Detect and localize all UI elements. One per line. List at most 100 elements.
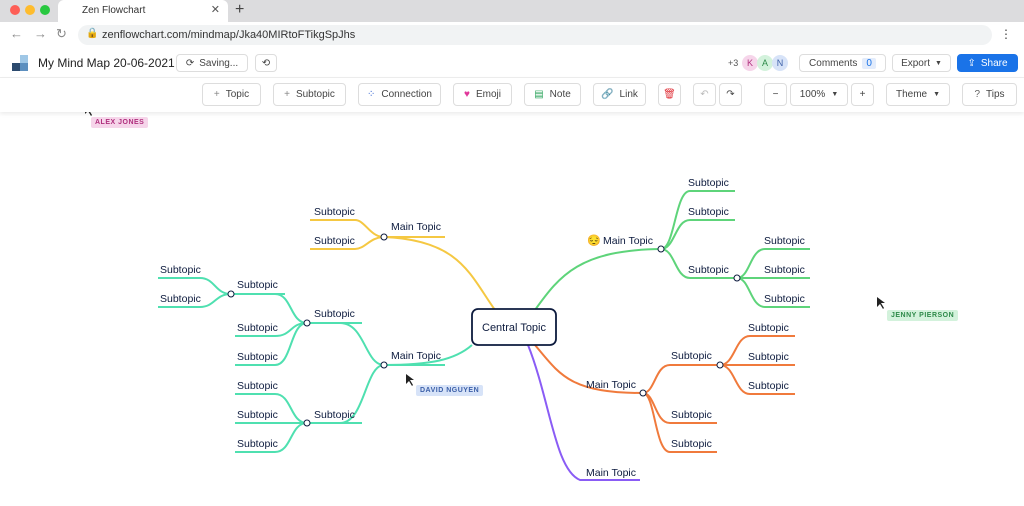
emoji-label: Emoji [475,89,501,100]
tips-label: Tips [986,89,1005,100]
avatar[interactable]: K [742,55,758,71]
junction-node[interactable] [303,419,311,427]
junction-node[interactable] [716,361,724,369]
comments-button[interactable]: Comments 0 [799,54,886,72]
main-topic-label[interactable]: Main Topic [603,235,653,247]
share-label: Share [980,57,1008,69]
note-label: Note [549,89,571,100]
junction-node[interactable] [380,233,388,241]
subtopic-label[interactable]: Subtopic [237,351,278,363]
subtopic-label[interactable]: Subtopic [764,293,805,305]
subtopic-label[interactable]: Subtopic [237,380,278,392]
history-button[interactable]: ⟲ [255,54,277,72]
app-logo-icon[interactable] [12,55,28,71]
subtopic-label[interactable]: Subtopic [764,264,805,276]
connection-button[interactable]: ⁘ Connection [358,83,441,106]
link-button[interactable]: 🔗 Link [593,83,646,106]
back-icon[interactable]: ← [10,26,23,41]
zoom-out-button[interactable]: − [764,83,787,106]
junction-node[interactable] [303,319,311,327]
plus-icon: + [859,89,866,100]
subtopic-label[interactable]: Subtopic [314,409,355,421]
share-button[interactable]: ⇪ Share [957,54,1018,72]
export-label: Export [901,57,930,69]
redo-icon: ↷ [726,89,735,100]
topic-label: Topic [225,89,250,100]
tips-button[interactable]: ? Tips [962,83,1017,106]
main-topic-label[interactable]: Main Topic [586,379,636,391]
tab-close-icon[interactable]: ✕ [211,3,220,16]
subtopic-label[interactable]: Subtopic [764,235,805,247]
maximize-window-icon[interactable] [40,5,50,15]
subtopic-label[interactable]: Subtopic [314,206,355,218]
redo-button[interactable]: ↷ [719,83,742,106]
note-button[interactable]: ▤ Note [524,83,581,106]
comments-count-badge: 0 [862,57,876,69]
zoom-select[interactable]: 100% ▼ [790,83,848,106]
url-bar[interactable]: 🔒 zenflowchart.com/mindmap/Jka40MIRtoFTi… [78,25,992,45]
subtopic-label[interactable]: Subtopic [314,308,355,320]
central-topic-label: Central Topic [482,322,546,334]
junction-node[interactable] [639,389,647,397]
saving-status-button[interactable]: ⟳ Saving... [176,54,248,72]
theme-label: Theme [895,89,928,100]
connection-label: Connection [381,89,432,100]
export-button[interactable]: Export ▼ [892,54,951,72]
main-topic-label[interactable]: Main Topic [391,350,441,362]
undo-button[interactable]: ↶ [693,83,716,106]
browser-menu-icon[interactable]: ⋮ [1000,27,1012,41]
zoom-in-button[interactable]: + [851,83,874,106]
subtopic-label[interactable]: Subtopic [160,264,201,276]
document-title[interactable]: My Mind Map 20-06-2021 [38,56,175,70]
subtopic-label[interactable]: Subtopic [237,438,278,450]
subtopic-label[interactable]: Subtopic [160,293,201,305]
link-icon: 🔗 [601,89,614,100]
cursor-icon [406,374,414,386]
subtopic-label[interactable]: Subtopic [748,322,789,334]
junction-node[interactable] [657,245,665,253]
subtopic-label[interactable]: Subtopic [688,206,729,218]
subtopic-label[interactable]: Subtopic [237,322,278,334]
emoji-button[interactable]: ♥ Emoji [453,83,512,106]
main-topic-label[interactable]: Main Topic [586,467,636,479]
junction-node[interactable] [733,274,741,282]
junction-node[interactable] [227,290,235,298]
collaborator-cursor-tag: JENNY PIERSON [887,310,959,321]
plus-icon: + [213,89,220,100]
plus-icon: + [284,89,290,100]
reload-icon[interactable]: ↻ [56,26,67,42]
chevron-down-icon: ▼ [934,59,942,67]
subtopic-label[interactable]: Subtopic [748,351,789,363]
subtopic-label[interactable]: Subtopic [748,380,789,392]
mindmap-canvas[interactable]: Central Topic Main Topic Subtopic Subtop… [0,104,1024,501]
subtopic-label[interactable]: Subtopic [314,235,355,247]
subtopic-label[interactable]: Subtopic [671,438,712,450]
avatar[interactable]: N [772,55,788,71]
lock-icon: 🔒 [86,28,99,39]
subtopic-label[interactable]: Subtopic [688,177,729,189]
theme-button[interactable]: Theme ▼ [886,83,950,106]
cursor-icon [85,104,93,116]
editor-toolbar: + Topic + Subtopic ⁘ Connection ♥ Emoji … [0,78,1024,112]
delete-button[interactable]: 🗑 [658,83,681,106]
subtopic-label[interactable]: Subtopic [671,409,712,421]
main-topic-label[interactable]: Main Topic [391,221,441,233]
new-tab-button[interactable]: + [235,1,244,19]
subtopic-label[interactable]: Subtopic [237,279,278,291]
browser-tab[interactable]: Zen Flowchart ✕ [58,0,228,22]
add-subtopic-button[interactable]: + Subtopic [273,83,346,106]
undo-icon: ↶ [700,89,709,100]
avatar[interactable]: A [757,55,773,71]
junction-node[interactable] [380,361,388,369]
note-icon: ▤ [534,89,544,100]
subtopic-label[interactable]: Subtopic [237,409,278,421]
close-window-icon[interactable] [10,5,20,15]
forward-icon[interactable]: → [34,26,47,41]
subtopic-label[interactable]: Subtopic [671,350,712,362]
minimize-window-icon[interactable] [25,5,35,15]
link-label: Link [619,89,638,100]
add-topic-button[interactable]: + Topic [202,83,261,106]
mindmap-svg: Central Topic Main Topic Subtopic Subtop… [85,104,885,481]
subtopic-label[interactable]: Subtopic [688,264,729,276]
zoom-level: 100% [799,89,826,100]
